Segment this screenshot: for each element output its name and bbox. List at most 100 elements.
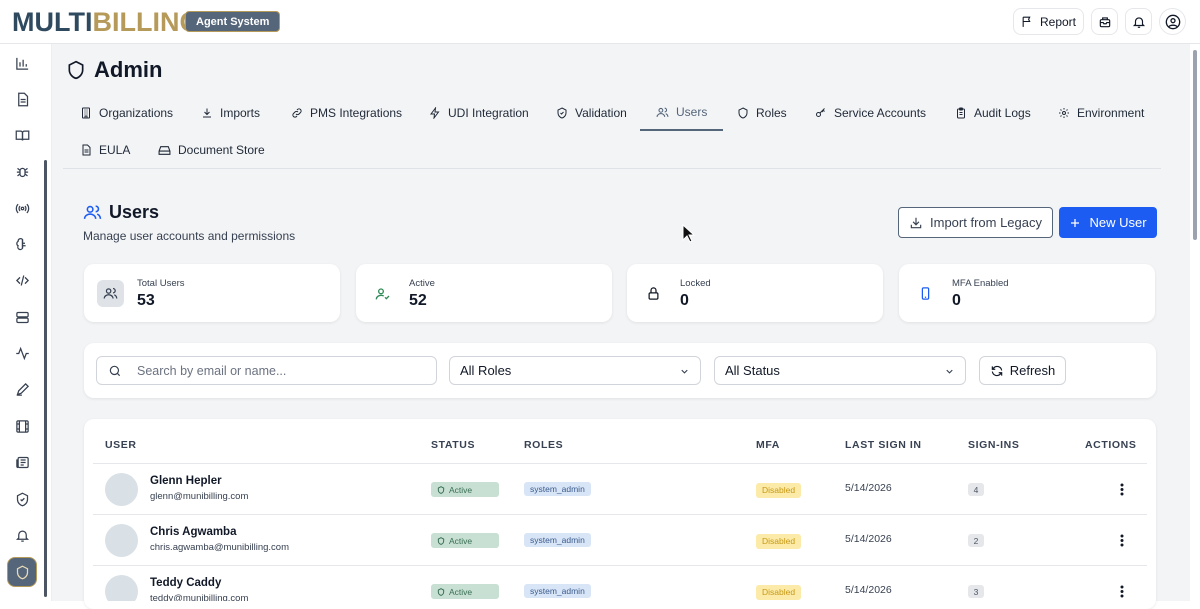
- table-row[interactable]: Chris Agwamba chris.agwamba@munibilling.…: [93, 515, 1147, 566]
- user-name: Chris Agwamba: [150, 526, 237, 538]
- column-header-sign-ins[interactable]: SIGN-INS: [968, 439, 1019, 451]
- search-field[interactable]: [96, 356, 437, 385]
- tab-document-store[interactable]: Document Store: [158, 132, 265, 168]
- tab-eula[interactable]: EULA: [80, 132, 130, 168]
- tab-label: Environment: [1077, 106, 1145, 120]
- pen-icon[interactable]: [13, 380, 31, 398]
- tab-imports[interactable]: Imports: [201, 95, 260, 131]
- table-row[interactable]: Glenn Hepler glenn@munibilling.com Activ…: [93, 464, 1147, 515]
- tab-udi-integration[interactable]: UDI Integration: [429, 95, 529, 131]
- refresh-button[interactable]: Refresh: [979, 356, 1066, 385]
- roles-select[interactable]: All Roles: [449, 356, 701, 385]
- tab-service-accounts[interactable]: Service Accounts: [815, 95, 926, 131]
- film-icon[interactable]: [13, 417, 31, 435]
- table-row[interactable]: Teddy Caddy teddy@munibilling.com Active…: [93, 566, 1147, 601]
- building-icon: [80, 107, 92, 119]
- newspaper-icon[interactable]: [13, 453, 31, 471]
- shield-check-icon: [437, 536, 445, 545]
- import-from-legacy-button[interactable]: Import from Legacy: [898, 207, 1053, 238]
- tab-label: PMS Integrations: [310, 106, 403, 120]
- user-email: teddy@munibilling.com: [150, 593, 249, 601]
- document-icon[interactable]: [13, 90, 31, 108]
- more-vertical-icon: [1120, 585, 1124, 598]
- flag-icon: [1021, 15, 1034, 28]
- smartphone-icon: [912, 280, 939, 307]
- column-header-status[interactable]: STATUS: [431, 439, 475, 451]
- book-icon[interactable]: [13, 126, 31, 144]
- import-label: Import from Legacy: [930, 215, 1042, 230]
- report-label: Report: [1039, 14, 1077, 29]
- tab-label: Audit Logs: [974, 106, 1031, 120]
- brain-icon[interactable]: [13, 235, 31, 253]
- tab-audit-logs[interactable]: Audit Logs: [955, 95, 1031, 131]
- sidebar-item-admin-active[interactable]: [7, 557, 37, 587]
- logo[interactable]: MULTIBILLING: [12, 7, 200, 37]
- search-input[interactable]: [137, 362, 427, 380]
- bell-icon: [1132, 15, 1146, 29]
- roles-select-value: All Roles: [460, 363, 512, 378]
- key-icon: [815, 107, 827, 119]
- status-select[interactable]: All Status: [714, 356, 966, 385]
- column-header-mfa[interactable]: MFA: [756, 439, 780, 451]
- row-actions-button[interactable]: [1117, 532, 1127, 548]
- mfa-badge: Disabled: [756, 483, 802, 498]
- tab-pms-integrations[interactable]: PMS Integrations: [291, 95, 402, 131]
- status-text: Active: [449, 484, 473, 495]
- tab-environment[interactable]: Environment: [1058, 95, 1144, 131]
- bar-chart-icon[interactable]: [13, 54, 31, 72]
- tab-label: Organizations: [99, 106, 174, 120]
- column-header-last-sign-in[interactable]: LAST SIGN IN: [845, 439, 922, 451]
- avatar: [105, 524, 138, 557]
- user-email: chris.agwamba@munibilling.com: [150, 542, 290, 553]
- tabs-divider: [63, 168, 1161, 169]
- stat-value: 0: [680, 292, 689, 309]
- column-header-user[interactable]: USER: [105, 439, 137, 451]
- shield-check-icon[interactable]: [13, 490, 31, 508]
- users-heading: Users: [83, 202, 159, 223]
- row-actions-button[interactable]: [1117, 481, 1127, 497]
- user-email: glenn@munibilling.com: [150, 491, 249, 502]
- mouse-cursor-icon: [682, 224, 695, 243]
- activity-icon[interactable]: [13, 344, 31, 362]
- report-button[interactable]: Report: [1013, 8, 1084, 35]
- users-subtitle: Manage user accounts and permissions: [83, 229, 296, 243]
- code-icon[interactable]: [13, 271, 31, 289]
- bell-icon[interactable]: [13, 526, 31, 544]
- stat-value: 53: [137, 292, 155, 309]
- bug-icon[interactable]: [13, 162, 31, 180]
- chevron-down-icon: [679, 366, 690, 377]
- tab-roles[interactable]: Roles: [737, 95, 787, 131]
- status-text: Active: [449, 535, 473, 546]
- tab-label: Imports: [220, 106, 261, 120]
- sidebar-scrollbar[interactable]: [44, 160, 47, 597]
- top-bar: MULTIBILLING Agent System Report: [0, 0, 1200, 44]
- page-scrollbar-thumb[interactable]: [1193, 50, 1197, 240]
- file-text-icon: [80, 144, 92, 156]
- column-header-roles[interactable]: ROLES: [524, 439, 563, 451]
- plus-icon: [1069, 217, 1081, 229]
- row-actions-button[interactable]: [1117, 583, 1127, 599]
- server-icon[interactable]: [13, 308, 31, 326]
- tab-validation[interactable]: Validation: [556, 95, 627, 131]
- radio-icon[interactable]: [13, 199, 31, 217]
- inbox-button[interactable]: [1091, 8, 1118, 35]
- user-name: Glenn Hepler: [150, 475, 222, 487]
- profile-button[interactable]: [1159, 8, 1186, 35]
- stat-card-mfa-enabled: MFA Enabled 0: [899, 264, 1155, 322]
- mfa-badge: Disabled: [756, 534, 802, 549]
- stat-label: Total Users: [137, 278, 185, 289]
- stat-value: 52: [409, 292, 427, 309]
- shield-check-icon: [437, 587, 445, 596]
- avatar: [105, 575, 138, 601]
- sign-ins-count: 4: [968, 483, 984, 496]
- tab-label: Validation: [575, 106, 627, 120]
- tab-label: UDI Integration: [448, 106, 529, 120]
- shield-check-icon: [556, 107, 568, 119]
- new-user-button[interactable]: New User: [1059, 207, 1157, 238]
- notifications-button[interactable]: [1125, 8, 1152, 35]
- tab-organizations[interactable]: Organizations: [80, 95, 173, 131]
- sign-ins-count: 2: [968, 534, 984, 547]
- shield-icon: [15, 565, 30, 580]
- tab-users[interactable]: Users: [640, 95, 724, 131]
- status-badge: Active: [431, 584, 499, 599]
